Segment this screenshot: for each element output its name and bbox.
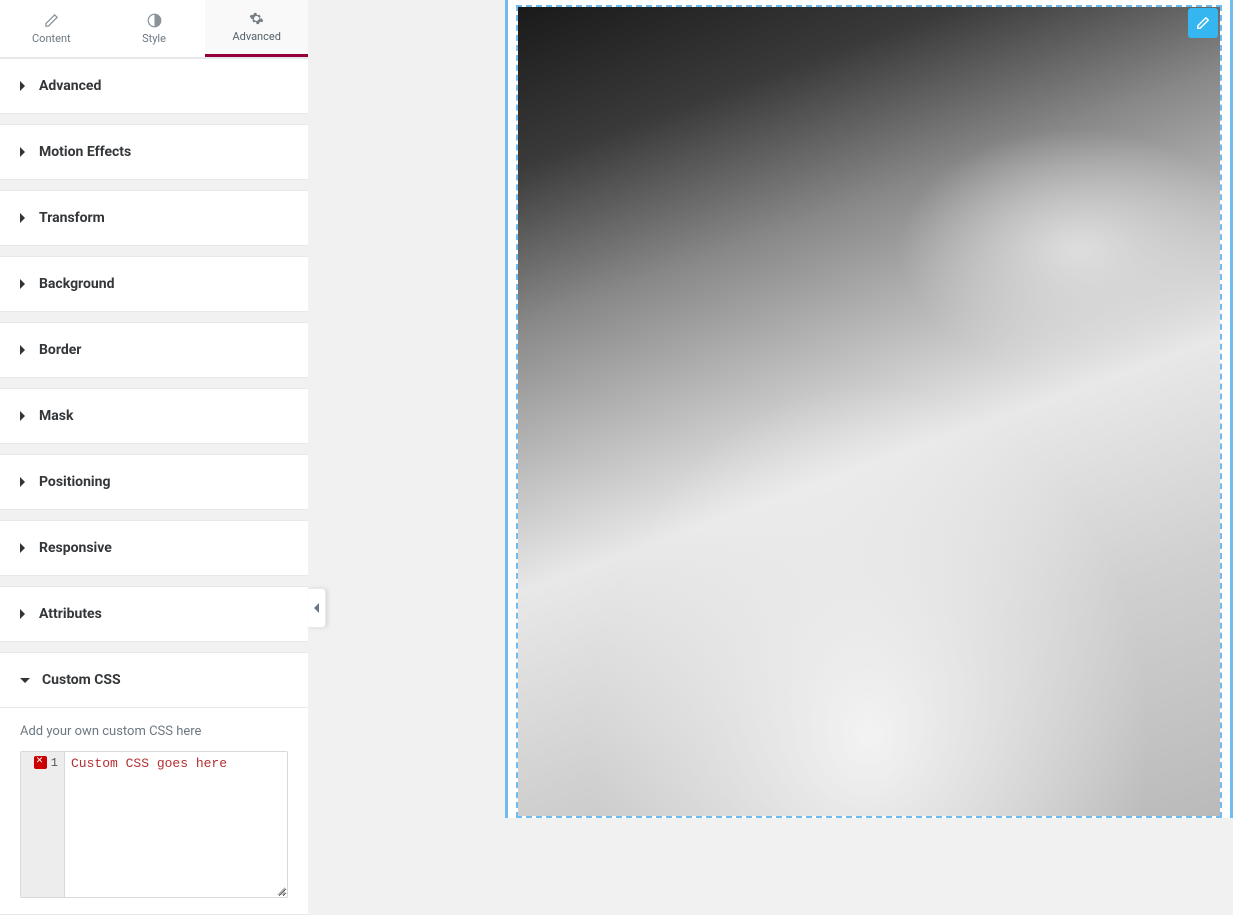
selected-section-outline <box>505 0 1233 818</box>
tab-label: Content <box>32 32 71 45</box>
section-title: Advanced <box>39 78 101 94</box>
section-header-responsive[interactable]: Responsive <box>0 521 308 575</box>
section-header-transform[interactable]: Transform <box>0 191 308 245</box>
section-title: Background <box>39 276 114 292</box>
section-title: Responsive <box>39 540 112 556</box>
section-custom-css: Custom CSS Add your own custom CSS here … <box>0 652 308 915</box>
section-header-custom-css[interactable]: Custom CSS <box>0 653 308 707</box>
chevron-right-icon <box>20 213 25 223</box>
editor-sidebar: Content Style Advanced Advanced Motion E <box>0 0 308 818</box>
chevron-right-icon <box>20 477 25 487</box>
section-title: Custom CSS <box>42 672 121 688</box>
image-widget[interactable] <box>518 7 1220 816</box>
code-textarea[interactable]: Custom CSS goes here <box>65 752 287 897</box>
tab-label: Advanced <box>232 30 280 43</box>
preview-canvas <box>505 0 1233 818</box>
section-transform: Transform <box>0 190 308 246</box>
section-header-motion-effects[interactable]: Motion Effects <box>0 125 308 179</box>
sidebar-collapse-button[interactable] <box>308 588 326 628</box>
pencil-icon <box>1196 16 1210 30</box>
section-motion-effects: Motion Effects <box>0 124 308 180</box>
resize-handle[interactable] <box>275 885 285 895</box>
section-border: Border <box>0 322 308 378</box>
chevron-right-icon <box>20 279 25 289</box>
section-title: Border <box>39 342 81 358</box>
section-title: Motion Effects <box>39 144 131 160</box>
chevron-right-icon <box>20 345 25 355</box>
panels-container: Advanced Motion Effects Transform Backgr… <box>0 58 308 915</box>
line-number: 1 <box>51 756 58 770</box>
section-positioning: Positioning <box>0 454 308 510</box>
section-header-attributes[interactable]: Attributes <box>0 587 308 641</box>
section-title: Transform <box>39 210 105 226</box>
code-gutter: 1 <box>21 752 65 897</box>
tab-style[interactable]: Style <box>103 0 206 57</box>
custom-css-editor[interactable]: 1 Custom CSS goes here <box>20 751 288 898</box>
custom-css-help: Add your own custom CSS here <box>20 724 288 739</box>
sidebar-tabs: Content Style Advanced <box>0 0 308 58</box>
edit-element-button[interactable] <box>1188 8 1218 38</box>
section-advanced: Advanced <box>0 58 308 114</box>
section-header-mask[interactable]: Mask <box>0 389 308 443</box>
section-header-background[interactable]: Background <box>0 257 308 311</box>
tab-label: Style <box>142 32 166 45</box>
section-title: Positioning <box>39 474 110 490</box>
chevron-down-icon <box>20 678 30 683</box>
contrast-icon <box>147 13 162 28</box>
section-mask: Mask <box>0 388 308 444</box>
chevron-right-icon <box>20 609 25 619</box>
section-title: Attributes <box>39 606 102 622</box>
tab-advanced[interactable]: Advanced <box>205 0 308 57</box>
section-header-advanced[interactable]: Advanced <box>0 59 308 113</box>
error-icon <box>34 756 47 769</box>
pencil-icon <box>44 13 59 28</box>
chevron-right-icon <box>20 81 25 91</box>
section-header-border[interactable]: Border <box>0 323 308 377</box>
chevron-right-icon <box>20 411 25 421</box>
gear-icon <box>249 11 264 26</box>
chevron-right-icon <box>20 147 25 157</box>
section-attributes: Attributes <box>0 586 308 642</box>
section-background: Background <box>0 256 308 312</box>
section-title: Mask <box>39 408 73 424</box>
chevron-right-icon <box>20 543 25 553</box>
tab-content[interactable]: Content <box>0 0 103 57</box>
section-header-positioning[interactable]: Positioning <box>0 455 308 509</box>
custom-css-body: Add your own custom CSS here 1 Custom CS… <box>0 707 308 914</box>
section-responsive: Responsive <box>0 520 308 576</box>
selected-element-outline[interactable] <box>516 5 1222 818</box>
